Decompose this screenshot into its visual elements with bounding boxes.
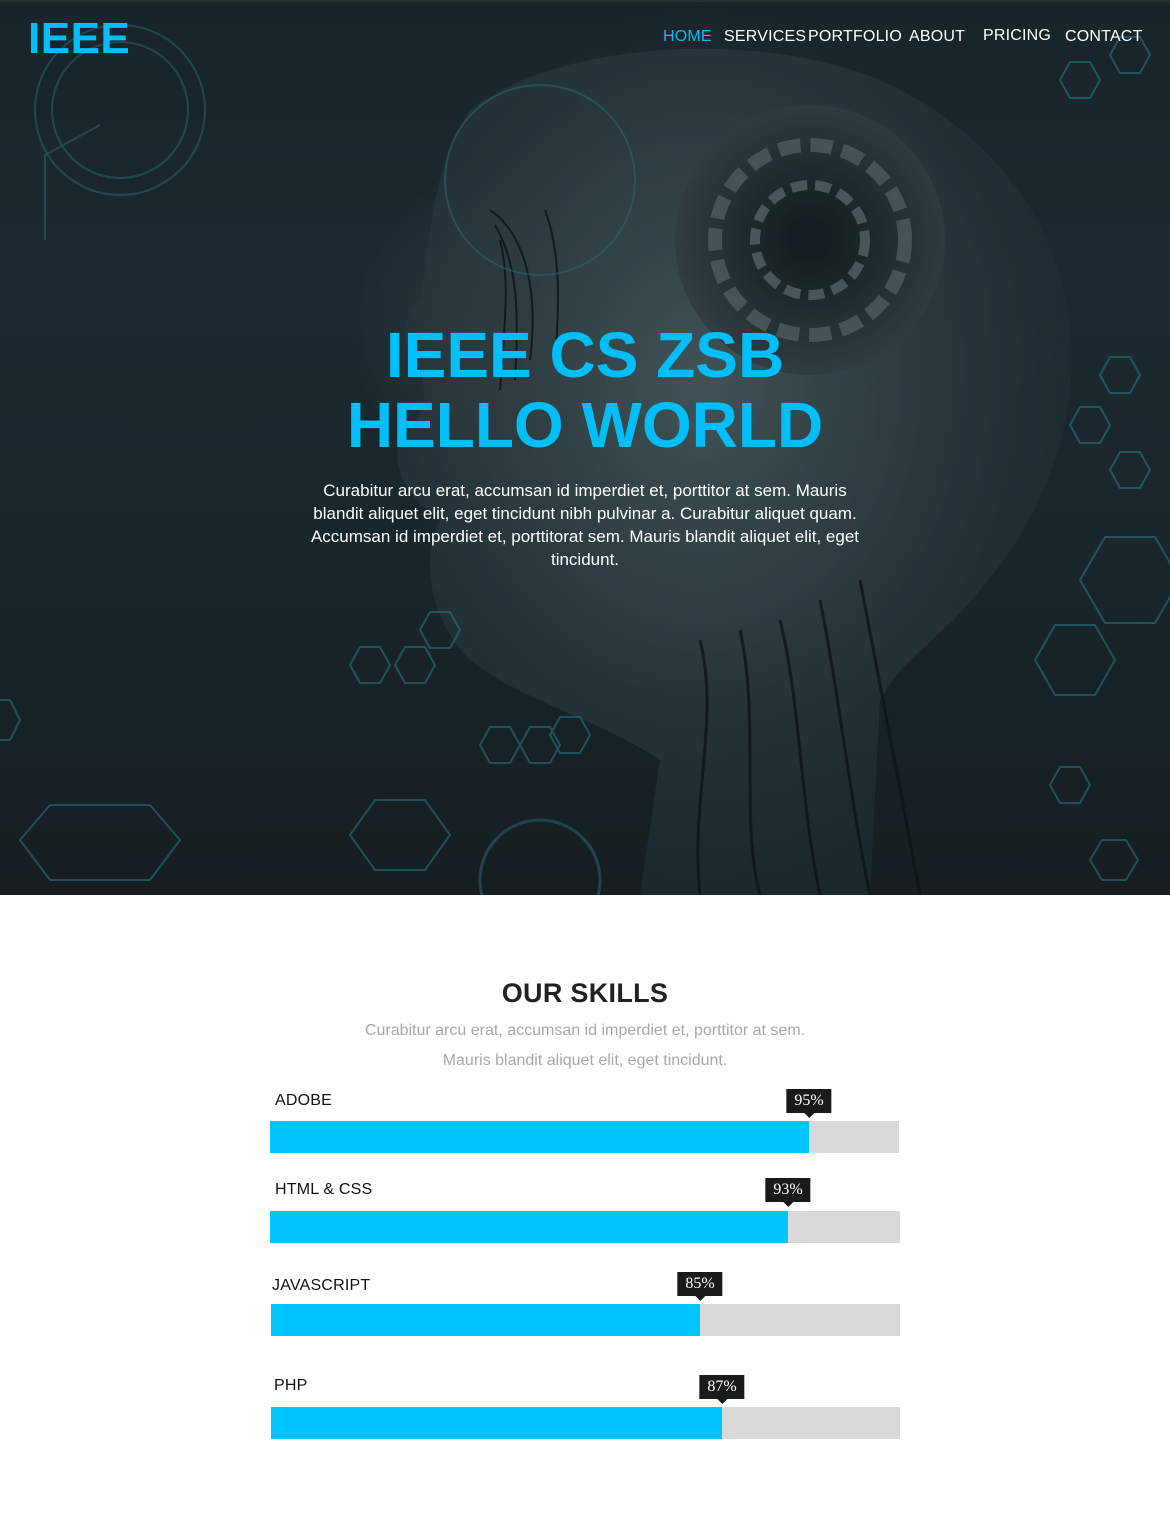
nav-item-portfolio[interactable]: PORTFOLIO [808, 28, 902, 46]
skill-percent-badge: 93% [765, 1178, 811, 1207]
skill-label: JAVASCRIPT [272, 1277, 371, 1294]
hero-title: IEEE CS ZSB HELLO WORLD [0, 320, 1170, 460]
skill-progress-fill [271, 1407, 722, 1439]
skill-progress-track [270, 1211, 900, 1243]
skill-progress-fill [270, 1211, 788, 1243]
hero-description: Curabitur arcu erat, accumsan id imperdi… [310, 481, 860, 569]
skill-progress-track [271, 1304, 900, 1336]
skills-subtitle: Curabitur arcu erat, accumsan id imperdi… [364, 1022, 806, 1069]
skill-label: ADOBE [275, 1092, 333, 1109]
top-border [0, 0, 1170, 2]
skill-percent-badge: 87% [699, 1375, 745, 1404]
skill-progress-fill [271, 1304, 700, 1336]
hero-title-line-1: IEEE CS ZSB [385, 319, 785, 391]
skill-progress-track [271, 1407, 900, 1439]
skills-title: OUR SKILLS [501, 978, 669, 1008]
nav-item-contact[interactable]: CONTACT [1065, 28, 1143, 46]
hero-section: IEEE HOME SERVICES PORTFOLIO ABOUT PRICI… [0, 0, 1170, 895]
skill-label: PHP [274, 1377, 308, 1394]
nav-item-services[interactable]: SERVICES [724, 28, 806, 46]
skill-label: HTML & CSS [275, 1181, 373, 1198]
skill-progress-fill [270, 1121, 809, 1153]
nav-item-home[interactable]: HOME [663, 28, 712, 46]
main-nav: HOME SERVICES PORTFOLIO ABOUT PRICING CO… [0, 27, 1170, 48]
skill-progress-track [270, 1121, 899, 1153]
hero-title-line-2: HELLO WORLD [346, 389, 824, 461]
nav-item-pricing[interactable]: PRICING [983, 27, 1051, 45]
skill-percent-badge: 85% [677, 1272, 723, 1301]
skill-percent-badge: 95% [786, 1089, 832, 1118]
nav-item-about[interactable]: ABOUT [909, 28, 965, 46]
